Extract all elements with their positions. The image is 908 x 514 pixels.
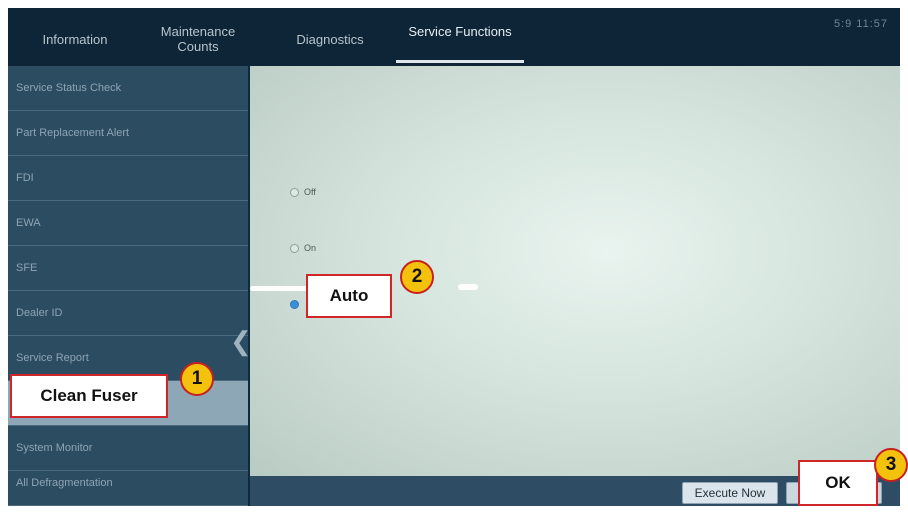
tab-information[interactable]: Information (30, 32, 120, 47)
sidebar-item-fdi[interactable]: FDI (8, 156, 248, 201)
execute-now-button[interactable]: Execute Now (682, 482, 778, 504)
tab-bar: Information Maintenance Counts Diagnosti… (8, 8, 900, 66)
sidebar: Service Status Check Part Replacement Al… (8, 66, 248, 506)
step-badge-2: 2 (400, 260, 434, 294)
tab-maintenance-counts[interactable]: Maintenance Counts (153, 24, 243, 54)
sidebar-item-ewa[interactable]: EWA (8, 201, 248, 246)
option-label: Off (304, 187, 316, 197)
option-off[interactable]: Off (290, 184, 316, 200)
sidebar-item-service-status-check[interactable]: Service Status Check (8, 66, 248, 111)
tab-service-functions[interactable]: Service Functions (408, 24, 512, 39)
callout-auto: Auto (306, 274, 392, 318)
radio-off[interactable] (290, 187, 299, 197)
option-on[interactable]: On (290, 240, 316, 256)
callout-ok: OK (798, 460, 878, 506)
tab-diagnostics[interactable]: Diagnostics (280, 32, 380, 47)
option-label: On (304, 243, 317, 253)
radio-auto[interactable] (290, 299, 299, 309)
sidebar-item-all-defragmentation[interactable]: All Defragmentation (8, 461, 248, 506)
sidebar-item-part-replacement-alert[interactable]: Part Replacement Alert (8, 111, 248, 156)
radio-on[interactable] (290, 243, 299, 253)
chevron-left-icon[interactable]: ❮ (230, 326, 252, 357)
step-badge-1: 1 (180, 362, 214, 396)
callout-clean-fuser: Clean Fuser (10, 374, 168, 418)
option-auto[interactable] (290, 296, 304, 312)
screen-glare (458, 284, 478, 290)
step-badge-3: 3 (874, 448, 908, 482)
active-tab-indicator (396, 60, 524, 63)
device-screen: Information Maintenance Counts Diagnosti… (8, 8, 900, 506)
clock: 5:9 11:57 (833, 18, 888, 30)
settings-panel: Off On (250, 66, 900, 476)
sidebar-item-dealer-id[interactable]: Dealer ID (8, 291, 248, 336)
screen-glare (250, 286, 310, 291)
sidebar-item-sfe[interactable]: SFE (8, 246, 248, 291)
